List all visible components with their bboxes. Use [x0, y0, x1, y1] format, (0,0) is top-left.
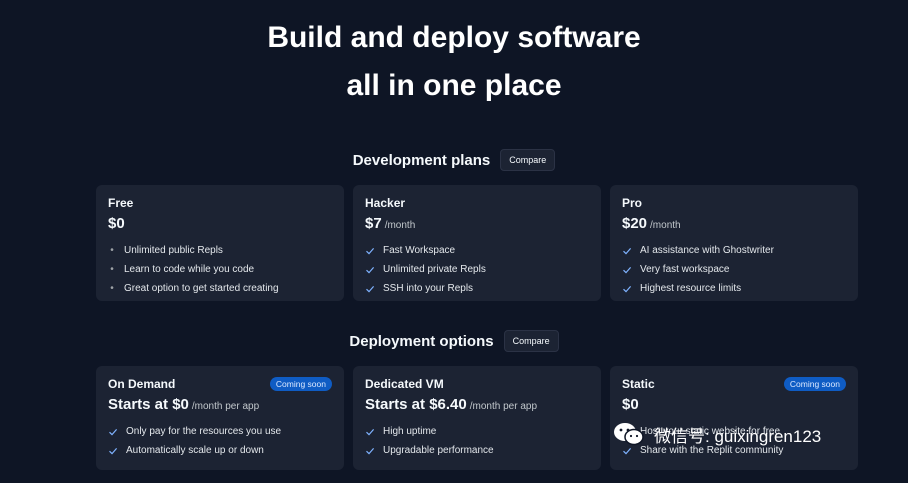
deployment-card-dedicated-vm[interactable]: Dedicated VM Starts at $6.40 /month per …	[353, 366, 601, 470]
plan-name: Free	[108, 196, 134, 210]
list-item: • Learn to code while you code	[108, 260, 332, 279]
list-item: Fast Workspace	[365, 241, 589, 260]
deployment-price-suffix: /month per app	[191, 401, 260, 412]
deployment-card-static[interactable]: Static Coming soon $0 Host your static w…	[610, 366, 858, 470]
deployment-name: On Demand	[108, 377, 176, 391]
plan-card-hacker[interactable]: Hacker $7 /month Fast Workspace Unlimite…	[353, 185, 601, 301]
development-plans-title: Development plans	[352, 151, 491, 169]
development-plans-header: Development plans Compare	[0, 149, 908, 171]
list-item: Highest resource limits	[622, 279, 846, 298]
deployment-name: Dedicated VM	[365, 377, 444, 391]
feature-list: • Unlimited public Repls • Learn to code w…	[108, 241, 332, 298]
watermark-text: 微信号: guixingren123	[654, 426, 822, 446]
wechat-icon	[612, 420, 646, 448]
feature-list: Only pay for the resources you use Autom…	[108, 422, 332, 460]
plan-name: Hacker	[365, 196, 406, 210]
hero-line-2: all in one place	[346, 69, 562, 102]
plan-card-free[interactable]: Free $0 • Unlimited public Repls • Learn t…	[96, 185, 344, 301]
check-icon	[622, 284, 632, 294]
plan-price: $20	[622, 215, 648, 232]
deployment-card-on-demand[interactable]: On Demand Coming soon Starts at $0 /mont…	[96, 366, 344, 470]
check-icon	[622, 265, 632, 275]
deployment-name: Static	[622, 377, 655, 391]
deployment-options-cards: On Demand Coming soon Starts at $0 /mont…	[96, 366, 858, 470]
check-icon	[365, 246, 375, 256]
list-item: Upgradable performance	[365, 441, 589, 460]
bullet-icon: •	[110, 245, 114, 256]
bullet-icon: •	[110, 283, 114, 294]
check-icon	[108, 446, 118, 456]
list-item: High uptime	[365, 422, 589, 441]
check-icon	[365, 284, 375, 294]
plan-price-suffix: /month	[650, 220, 681, 231]
plan-card-pro[interactable]: Pro $20 /month AI assistance with Ghostw…	[610, 185, 858, 301]
deployment-price: Starts at $6.40	[365, 396, 467, 413]
check-icon	[365, 265, 375, 275]
development-plans-cards: Free $0 • Unlimited public Repls • Learn t…	[96, 185, 858, 301]
deployment-price-suffix: /month per app	[469, 401, 537, 412]
check-icon	[365, 446, 375, 456]
plan-name: Pro	[622, 196, 643, 210]
coming-soon-badge: Coming soon	[783, 377, 846, 391]
list-item: • Great option to get started creating	[108, 279, 332, 298]
list-item: Only pay for the resources you use	[108, 422, 332, 441]
list-item: AI assistance with Ghostwriter	[622, 241, 846, 260]
check-icon	[365, 427, 375, 437]
check-icon	[622, 246, 632, 256]
feature-list: AI assistance with Ghostwriter Very fast…	[622, 241, 846, 298]
plan-price: $0	[108, 215, 125, 232]
compare-plans-button[interactable]: Compare	[500, 149, 556, 171]
plan-price: $7	[365, 215, 382, 232]
feature-list: High uptime Upgradable performance	[365, 422, 589, 460]
check-icon	[108, 427, 118, 437]
coming-soon-badge: Coming soon	[269, 377, 332, 391]
list-item: Unlimited private Repls	[365, 260, 589, 279]
list-item: Automatically scale up or down	[108, 441, 332, 460]
plan-price-suffix: /month	[384, 220, 416, 231]
list-item: SSH into your Repls	[365, 279, 589, 298]
deployment-price: $0	[622, 396, 639, 413]
deployment-options-title: Deployment options	[349, 332, 494, 350]
feature-list: Fast Workspace Unlimited private Repls S…	[365, 241, 589, 298]
compare-deployments-button[interactable]: Compare	[503, 330, 559, 352]
deployment-price: Starts at $0	[108, 396, 189, 413]
bullet-icon: •	[110, 264, 114, 275]
list-item: Very fast workspace	[622, 260, 846, 279]
wechat-watermark: 微信号: guixingren123	[612, 420, 821, 448]
deployment-options-header: Deployment options Compare	[0, 330, 908, 352]
hero-heading: Build and deploy software all in one pla…	[0, 14, 908, 110]
list-item: • Unlimited public Repls	[108, 241, 332, 260]
hero-line-1: Build and deploy software	[267, 21, 641, 54]
